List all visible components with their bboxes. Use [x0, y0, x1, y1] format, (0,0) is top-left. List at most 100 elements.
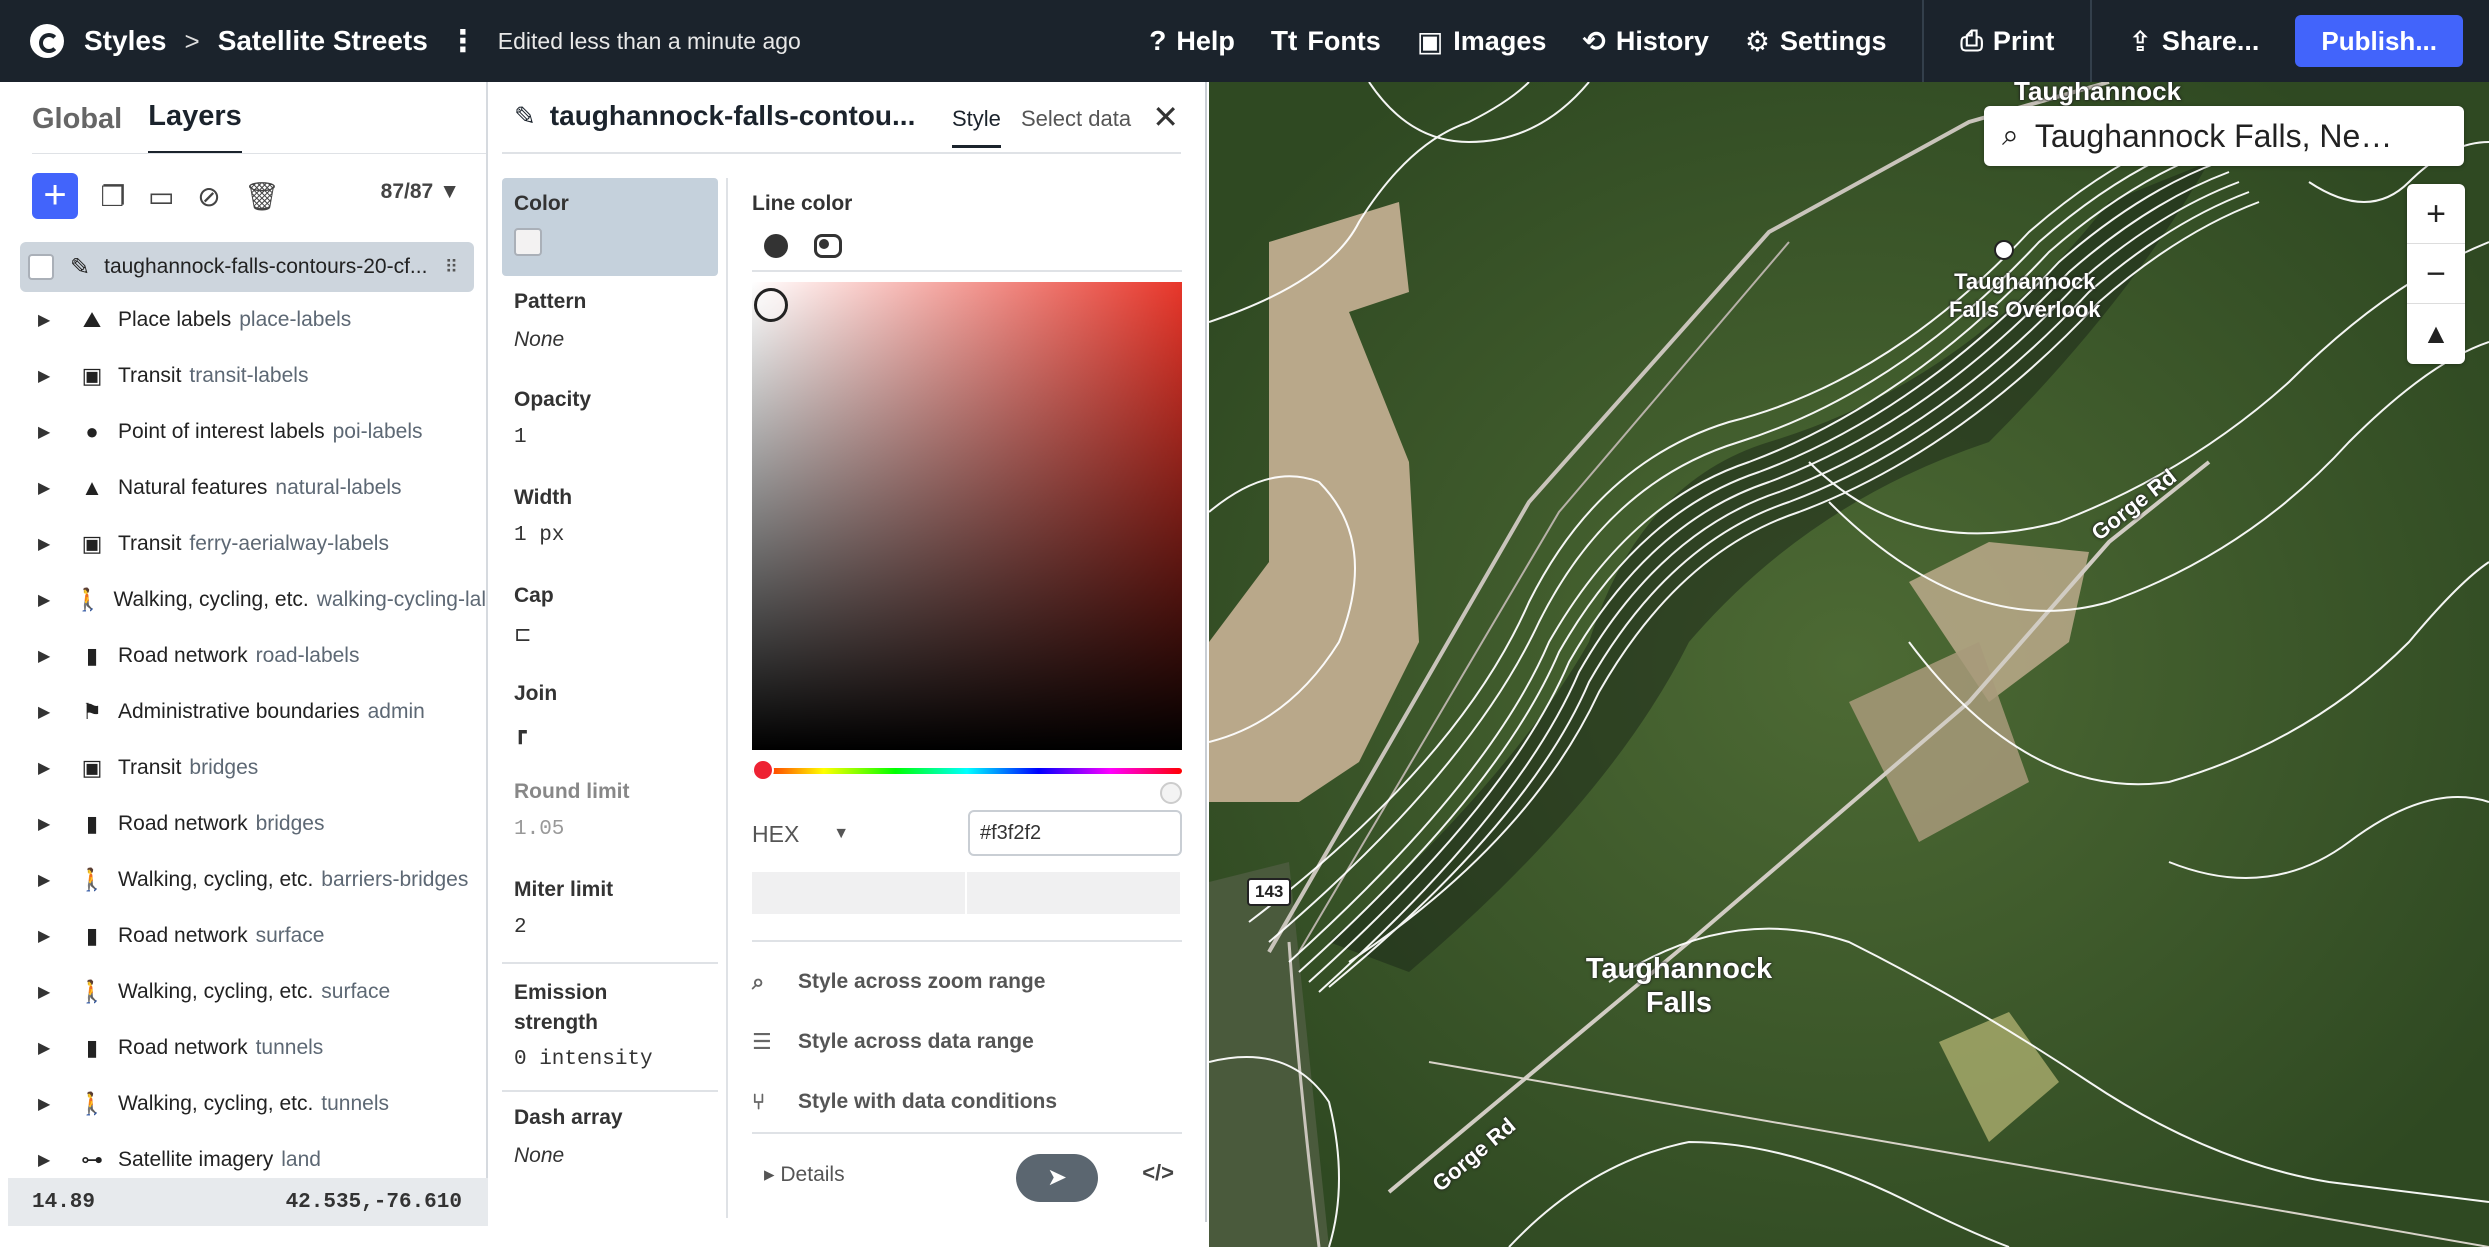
- map-search-box[interactable]: ⌕ Taughannock Falls, New ...: [1984, 106, 2464, 166]
- layer-group-row[interactable]: ▶ ▮ Road network bridges: [8, 796, 486, 852]
- breadcrumb-styles[interactable]: Styles: [84, 25, 167, 57]
- property-color[interactable]: Color: [502, 178, 718, 276]
- zoom-in-button[interactable]: +: [2407, 184, 2465, 244]
- layer-checkbox[interactable]: [28, 254, 54, 280]
- expand-triangle-icon[interactable]: ▶: [38, 590, 60, 610]
- expand-triangle-icon[interactable]: ▶: [38, 758, 64, 778]
- map-search-query[interactable]: Taughannock Falls, New ...: [2035, 118, 2415, 155]
- help-button[interactable]: ? Help: [1149, 25, 1235, 57]
- hue-handle[interactable]: [752, 759, 774, 781]
- tab-select-data[interactable]: Select data: [1021, 106, 1131, 132]
- tab-global[interactable]: Global: [32, 103, 122, 154]
- tab-layers[interactable]: Layers: [148, 100, 242, 154]
- layer-group-row[interactable]: ▶ 🚶 Walking, cycling, etc. walking-cycling-…: [8, 572, 486, 628]
- expand-triangle-icon[interactable]: ▶: [38, 814, 64, 834]
- zoom-out-button[interactable]: −: [2407, 244, 2465, 304]
- editor-footer: ▸ Details ➤ </>: [752, 1132, 1182, 1212]
- selected-layer-row[interactable]: ✎ taughannock-falls-contours-20-cf... ⠿: [20, 242, 474, 292]
- saturation-value-picker[interactable]: [752, 282, 1182, 750]
- expand-triangle-icon[interactable]: ▶: [38, 1150, 64, 1170]
- property-emission-strength[interactable]: Emission strength 0 intensity: [502, 964, 718, 1090]
- expand-triangle-icon[interactable]: ▶: [38, 926, 64, 946]
- expand-triangle-icon[interactable]: ▶: [38, 646, 64, 666]
- property-join[interactable]: Join ┏: [502, 668, 718, 766]
- property-dash-array[interactable]: Dash array None: [502, 1092, 718, 1190]
- expand-triangle-icon[interactable]: ▶: [38, 422, 64, 442]
- property-pattern[interactable]: Pattern None: [502, 276, 718, 374]
- expand-triangle-icon[interactable]: ▶: [38, 478, 64, 498]
- layer-group-row[interactable]: ▶ ▮ Road network road-labels: [8, 628, 486, 684]
- layer-group-row[interactable]: ▶ ⛰ Place labels place-labels: [8, 292, 486, 348]
- chevron-down-icon[interactable]: ▼: [833, 825, 849, 843]
- layer-group-row[interactable]: ▶ ▣ Transit ferry-aerialway-labels: [8, 516, 486, 572]
- publish-button[interactable]: Publish...: [2295, 15, 2463, 67]
- style-across-zoom-button[interactable]: ⌕ Style across zoom range: [752, 952, 1182, 1012]
- expand-triangle-icon[interactable]: ▶: [38, 366, 64, 386]
- swatch-slot[interactable]: [967, 872, 1180, 914]
- add-layer-button[interactable]: +: [32, 173, 78, 219]
- code-icon[interactable]: </>: [1142, 1160, 1174, 1186]
- duplicate-icon[interactable]: ❐: [100, 180, 126, 213]
- layer-title[interactable]: ✎ taughannock-falls-contou...: [514, 100, 920, 132]
- folder-icon[interactable]: ▭: [148, 180, 174, 213]
- layer-group-row[interactable]: ▶ 🚶 Walking, cycling, etc. barriers-bridges: [8, 852, 486, 908]
- layer-group-row[interactable]: ▶ ▮ Road network tunnels: [8, 1020, 486, 1076]
- expand-triangle-icon[interactable]: ▶: [38, 1038, 64, 1058]
- print-button[interactable]: ⎙ Print: [1960, 25, 2054, 58]
- hex-input[interactable]: #f3f2f2: [968, 810, 1182, 856]
- compass-icon[interactable]: ▲: [2407, 304, 2465, 364]
- close-icon[interactable]: ✕: [1152, 98, 1179, 136]
- color-swatch[interactable]: [514, 228, 542, 256]
- toggle-expression-icon[interactable]: [814, 234, 842, 258]
- expand-triangle-icon[interactable]: ▶: [38, 870, 64, 890]
- expand-triangle-icon[interactable]: ▶: [38, 1094, 64, 1114]
- style-across-data-button[interactable]: ☰ Style across data range: [752, 1012, 1182, 1072]
- style-menu-kebab-icon[interactable]: ⋮: [448, 24, 478, 59]
- picker-handle[interactable]: [754, 288, 788, 322]
- expand-triangle-icon[interactable]: ▶: [38, 534, 64, 554]
- style-data-conditions-button[interactable]: ⑂ Style with data conditions: [752, 1072, 1182, 1132]
- expand-triangle-icon[interactable]: ▶: [38, 982, 64, 1002]
- drag-handle-icon[interactable]: ⠿: [445, 258, 460, 276]
- layer-group-row[interactable]: ▶ ▣ Transit transit-labels: [8, 348, 486, 404]
- layer-group-row[interactable]: ▶ ● Point of interest labels poi-labels: [8, 404, 486, 460]
- layer-group-row[interactable]: ▶ ⚑ Administrative boundaries admin: [8, 684, 486, 740]
- breadcrumb-style-name[interactable]: Satellite Streets: [218, 25, 428, 57]
- alpha-handle[interactable]: [1160, 782, 1182, 804]
- breadcrumb-chevron-icon: >: [184, 25, 200, 56]
- tab-style[interactable]: Style: [952, 106, 1001, 148]
- map-canvas[interactable]: Taughannock Falls Overlook Taughannock F…: [1209, 82, 2489, 1247]
- hide-eye-icon[interactable]: ⊘: [196, 180, 222, 213]
- layer-group-row[interactable]: ▶ ▮ Road network surface: [8, 908, 486, 964]
- property-opacity[interactable]: Opacity 1: [502, 374, 718, 472]
- layer-group-row[interactable]: ▶ 🚶 Walking, cycling, etc. surface: [8, 964, 486, 1020]
- layer-count[interactable]: 87/87 ▼: [381, 180, 460, 204]
- property-width[interactable]: Width 1 px: [502, 472, 718, 570]
- layer-id: place-labels: [239, 308, 352, 331]
- layer-group-row[interactable]: ▶ ▲ Natural features natural-labels: [8, 460, 486, 516]
- property-miter-limit[interactable]: Miter limit 2: [502, 864, 718, 962]
- expand-triangle-icon[interactable]: ▶: [38, 310, 64, 330]
- hue-slider[interactable]: [752, 759, 1182, 804]
- layer-group-row[interactable]: ▶ ▣ Transit bridges: [8, 740, 486, 796]
- expand-triangle-icon[interactable]: ▶: [38, 702, 64, 722]
- constant-value-icon[interactable]: [764, 234, 788, 258]
- property-label: Color: [514, 192, 569, 215]
- trash-icon[interactable]: 🗑: [244, 180, 280, 213]
- swatch-slot[interactable]: [752, 872, 965, 914]
- cursor-pointer-icon[interactable]: ➤: [1016, 1154, 1098, 1202]
- property-label: Cap: [514, 584, 554, 607]
- history-button[interactable]: ⟲ History: [1582, 25, 1709, 58]
- mapbox-logo-icon[interactable]: [30, 24, 64, 58]
- property-cap[interactable]: Cap ⊏: [502, 570, 718, 668]
- color-format-select[interactable]: HEX: [752, 821, 799, 848]
- settings-button[interactable]: ⚙ Settings: [1745, 25, 1887, 58]
- layer-type-icon: ●: [85, 419, 99, 444]
- details-toggle[interactable]: ▸ Details: [764, 1162, 845, 1187]
- property-round-limit[interactable]: Round limit 1.05: [502, 766, 718, 864]
- fonts-button[interactable]: Tt Fonts: [1271, 25, 1381, 57]
- layer-name: Road network: [118, 924, 248, 947]
- images-button[interactable]: ▣ Images: [1417, 25, 1547, 58]
- share-button[interactable]: ⇪ Share...: [2128, 25, 2259, 58]
- layer-group-row[interactable]: ▶ 🚶 Walking, cycling, etc. tunnels: [8, 1076, 486, 1132]
